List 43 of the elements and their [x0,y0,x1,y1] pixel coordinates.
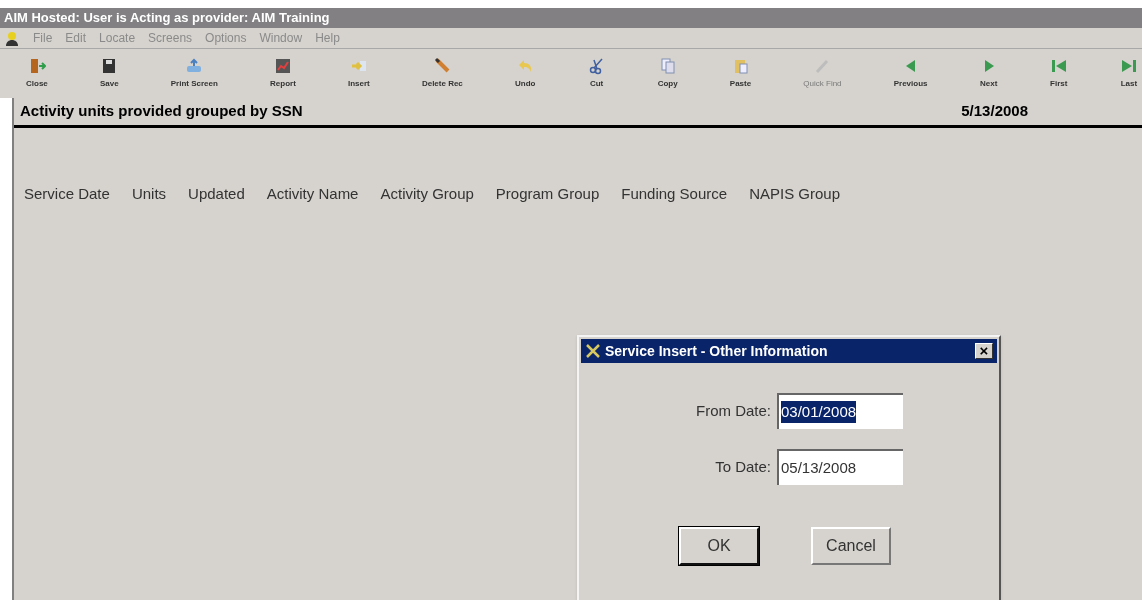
column-header: Units [131,184,167,204]
toolbar-button[interactable]: Close [26,57,48,90]
close-button[interactable]: × [975,343,993,359]
date-field[interactable]: 03/01/2008 [777,393,903,429]
toolbar-button[interactable]: Last [1119,57,1138,90]
last-icon [1119,57,1138,75]
toolbar-button[interactable]: Report [270,57,296,90]
copy-icon [658,57,677,75]
dialog-button[interactable]: OK [679,527,759,565]
report-date: 5/13/2008 [961,101,1028,122]
toolbar-button[interactable]: Previous [893,57,928,90]
chart-icon [273,57,292,75]
field-label: To Date: [714,456,771,477]
user-icon [4,30,20,46]
toolbar-button[interactable]: Insert [347,57,370,90]
toolbar-button[interactable]: Paste [729,57,752,90]
toolbar-button[interactable]: Print Screen [170,57,218,90]
toolbar-button[interactable]: First [1049,57,1068,90]
window-title: AIM Hosted: User is Acting as provider: AIM Training [4,9,330,28]
column-header: Activity Group [380,184,474,204]
column-header: Program Group [495,184,600,204]
field-value: 03/01/2008 [781,400,857,424]
toolbar-button[interactable]: Next [979,57,998,90]
toolbar-button[interactable]: Cut [587,57,606,90]
scissors-icon [587,57,606,75]
column-header: Funding Source [621,184,728,204]
eraser-icon [433,57,452,75]
field-value: 05/13/2008 [781,457,857,478]
column-header: Activity Name [266,184,359,204]
dialog-title: Service Insert - Other Information [605,341,828,361]
toolbar-button[interactable]: Save [99,57,119,90]
first-icon [1049,57,1068,75]
date-field[interactable]: 05/13/2008 [777,449,903,485]
field-label: From Date: [695,400,771,421]
column-header: Service Date [24,184,110,204]
toolbar-button[interactable]: Copy [657,57,678,90]
column-header: NAPIS Group [749,184,840,204]
report-title: Activity units provided grouped by SSN [20,101,303,122]
toolbar-button[interactable]: Delete Rec [421,57,463,90]
toolbar-button[interactable]: Undo [514,57,536,90]
dialog-button[interactable]: Cancel [811,527,891,565]
column-header: Updated [188,184,245,204]
tray-icon [185,57,204,75]
